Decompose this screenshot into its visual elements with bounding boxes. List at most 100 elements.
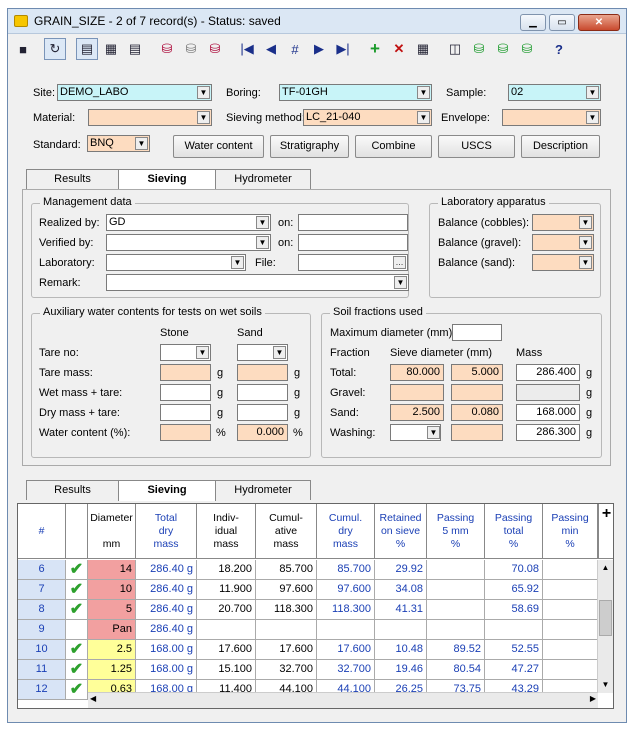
table-cell[interactable]: 8 [18, 600, 66, 620]
checkmark-icon[interactable] [66, 620, 88, 640]
table-cell[interactable]: 7 [18, 580, 66, 600]
save-icon[interactable]: ■ [12, 38, 34, 60]
horizontal-scrollbar[interactable]: ◀ ▶ [88, 692, 598, 708]
next-record-icon[interactable]: ▶ [308, 38, 330, 60]
chevron-down-icon[interactable]: ▼ [256, 236, 269, 249]
table-cell[interactable]: 80.54 [427, 660, 485, 680]
checkmark-icon[interactable]: ✔ [66, 580, 88, 600]
table-cell[interactable]: 2.5 [88, 640, 136, 660]
chevron-down-icon[interactable]: ▼ [427, 426, 440, 439]
chevron-down-icon[interactable]: ▼ [579, 216, 592, 229]
site-field[interactable]: DEMO_LABO ▼ [57, 84, 212, 101]
table-cell[interactable]: 11.900 [197, 580, 256, 600]
boring-field[interactable]: TF-01GH ▼ [279, 84, 432, 101]
wet-mass-stone[interactable] [160, 384, 211, 401]
dry-mass-stone[interactable] [160, 404, 211, 421]
table-cell[interactable]: 19.46 [375, 660, 427, 680]
column-header[interactable]: Total dry mass [136, 504, 197, 559]
table-cell[interactable] [317, 620, 375, 640]
sand-d1-field[interactable]: 2.500 [390, 404, 444, 421]
browse-icon[interactable]: … [393, 256, 406, 269]
vertical-scrollbar[interactable]: ▲ ▼ [597, 560, 613, 693]
checkmark-icon[interactable]: ✔ [66, 560, 88, 580]
prev-record-icon[interactable]: ◀ [260, 38, 282, 60]
table-cell[interactable]: 286.40 g [136, 600, 197, 620]
dry-mass-sand[interactable] [237, 404, 288, 421]
table-cell[interactable]: 118.300 [317, 600, 375, 620]
chevron-down-icon[interactable]: ▼ [417, 86, 430, 99]
table-cell[interactable]: 97.600 [256, 580, 317, 600]
last-record-icon[interactable]: ▶| [332, 38, 354, 60]
checkmark-icon[interactable]: ✔ [66, 600, 88, 620]
table-cell[interactable]: 286.40 g [136, 560, 197, 580]
chevron-down-icon[interactable]: ▼ [586, 111, 599, 124]
scroll-thumb[interactable] [599, 600, 612, 636]
table-cell[interactable]: 118.300 [256, 600, 317, 620]
sand-mass-field[interactable]: 168.000 [516, 404, 580, 421]
table-cell[interactable]: 32.700 [256, 660, 317, 680]
table-cell[interactable]: 32.700 [317, 660, 375, 680]
tare-no-stone[interactable]: ▼ [160, 344, 211, 361]
table-cell[interactable] [375, 620, 427, 640]
table-cell[interactable]: 9 [18, 620, 66, 640]
checkmark-icon[interactable]: ✔ [66, 660, 88, 680]
table-cell[interactable]: 5 [88, 600, 136, 620]
column-header[interactable]: Retained on sieve% [375, 504, 427, 559]
table-cell[interactable]: 1.25 [88, 660, 136, 680]
table-cell[interactable]: 41.31 [375, 600, 427, 620]
tare-mass-stone[interactable] [160, 364, 211, 381]
column-header[interactable]: # [18, 504, 66, 559]
table-cell[interactable]: 10.48 [375, 640, 427, 660]
table-cell[interactable]: 97.600 [317, 580, 375, 600]
table-cell[interactable]: 70.08 [485, 560, 543, 580]
gravel-d2-field[interactable] [451, 384, 503, 401]
chevron-down-icon[interactable]: ▼ [273, 346, 286, 359]
scroll-left-icon[interactable]: ◀ [90, 694, 96, 703]
washing-d2-field[interactable] [451, 424, 503, 441]
stratigraphy-button[interactable]: Stratigraphy [270, 135, 349, 158]
grid-view-icon[interactable]: ▦ [100, 38, 122, 60]
sample-field[interactable]: 02 ▼ [508, 84, 601, 101]
chevron-down-icon[interactable]: ▼ [196, 346, 209, 359]
table-cell[interactable] [427, 580, 485, 600]
table-cell[interactable] [485, 620, 543, 640]
tab-sieving[interactable]: Sieving [118, 169, 216, 190]
delete-record-icon[interactable]: ✕ [388, 38, 410, 60]
table-cell[interactable]: 29.92 [375, 560, 427, 580]
table-cell[interactable]: 18.200 [197, 560, 256, 580]
column-header[interactable]: Cumul. dry mass [317, 504, 375, 559]
table-cell[interactable]: 14 [88, 560, 136, 580]
table-cell[interactable] [256, 620, 317, 640]
total-d2-field[interactable]: 5.000 [451, 364, 503, 381]
washing-mass-field[interactable]: 286.300 [516, 424, 580, 441]
table-cell[interactable]: 17.600 [256, 640, 317, 660]
gravel-mass-field[interactable] [516, 384, 580, 401]
laboratory-field[interactable]: ▼ [106, 254, 246, 271]
table-cell[interactable]: 286.40 g [136, 580, 197, 600]
table-cell[interactable] [543, 580, 598, 600]
db-link-icon[interactable]: ⛁ [516, 38, 538, 60]
close-button[interactable]: ✕ [578, 14, 620, 31]
db-icon[interactable]: ⛁ [156, 38, 178, 60]
chevron-down-icon[interactable]: ▼ [197, 86, 210, 99]
db-delete-icon[interactable]: ⛁ [204, 38, 226, 60]
column-header[interactable]: Indiv-idual mass [197, 504, 256, 559]
chevron-down-icon[interactable]: ▼ [579, 256, 592, 269]
table-cell[interactable]: 17.600 [197, 640, 256, 660]
form-view-icon[interactable]: ▤ [76, 38, 98, 60]
description-button[interactable]: Description [521, 135, 600, 158]
table-cell[interactable] [543, 620, 598, 640]
table-cell[interactable]: 6 [18, 560, 66, 580]
db-multi-icon[interactable]: ⛁ [180, 38, 202, 60]
table-cell[interactable] [543, 600, 598, 620]
table-cell[interactable]: 20.700 [197, 600, 256, 620]
scroll-right-icon[interactable]: ▶ [590, 694, 596, 703]
table-cell[interactable]: 15.100 [197, 660, 256, 680]
balance-sand-field[interactable]: ▼ [532, 254, 594, 271]
tab-hydrometer[interactable]: Hydrometer [215, 169, 311, 189]
total-mass-field[interactable]: 286.400 [516, 364, 580, 381]
balance-cobbles-field[interactable]: ▼ [532, 214, 594, 231]
combine-button[interactable]: Combine [355, 135, 432, 158]
table-cell[interactable]: 85.700 [256, 560, 317, 580]
table-cell[interactable]: 12 [18, 680, 66, 700]
